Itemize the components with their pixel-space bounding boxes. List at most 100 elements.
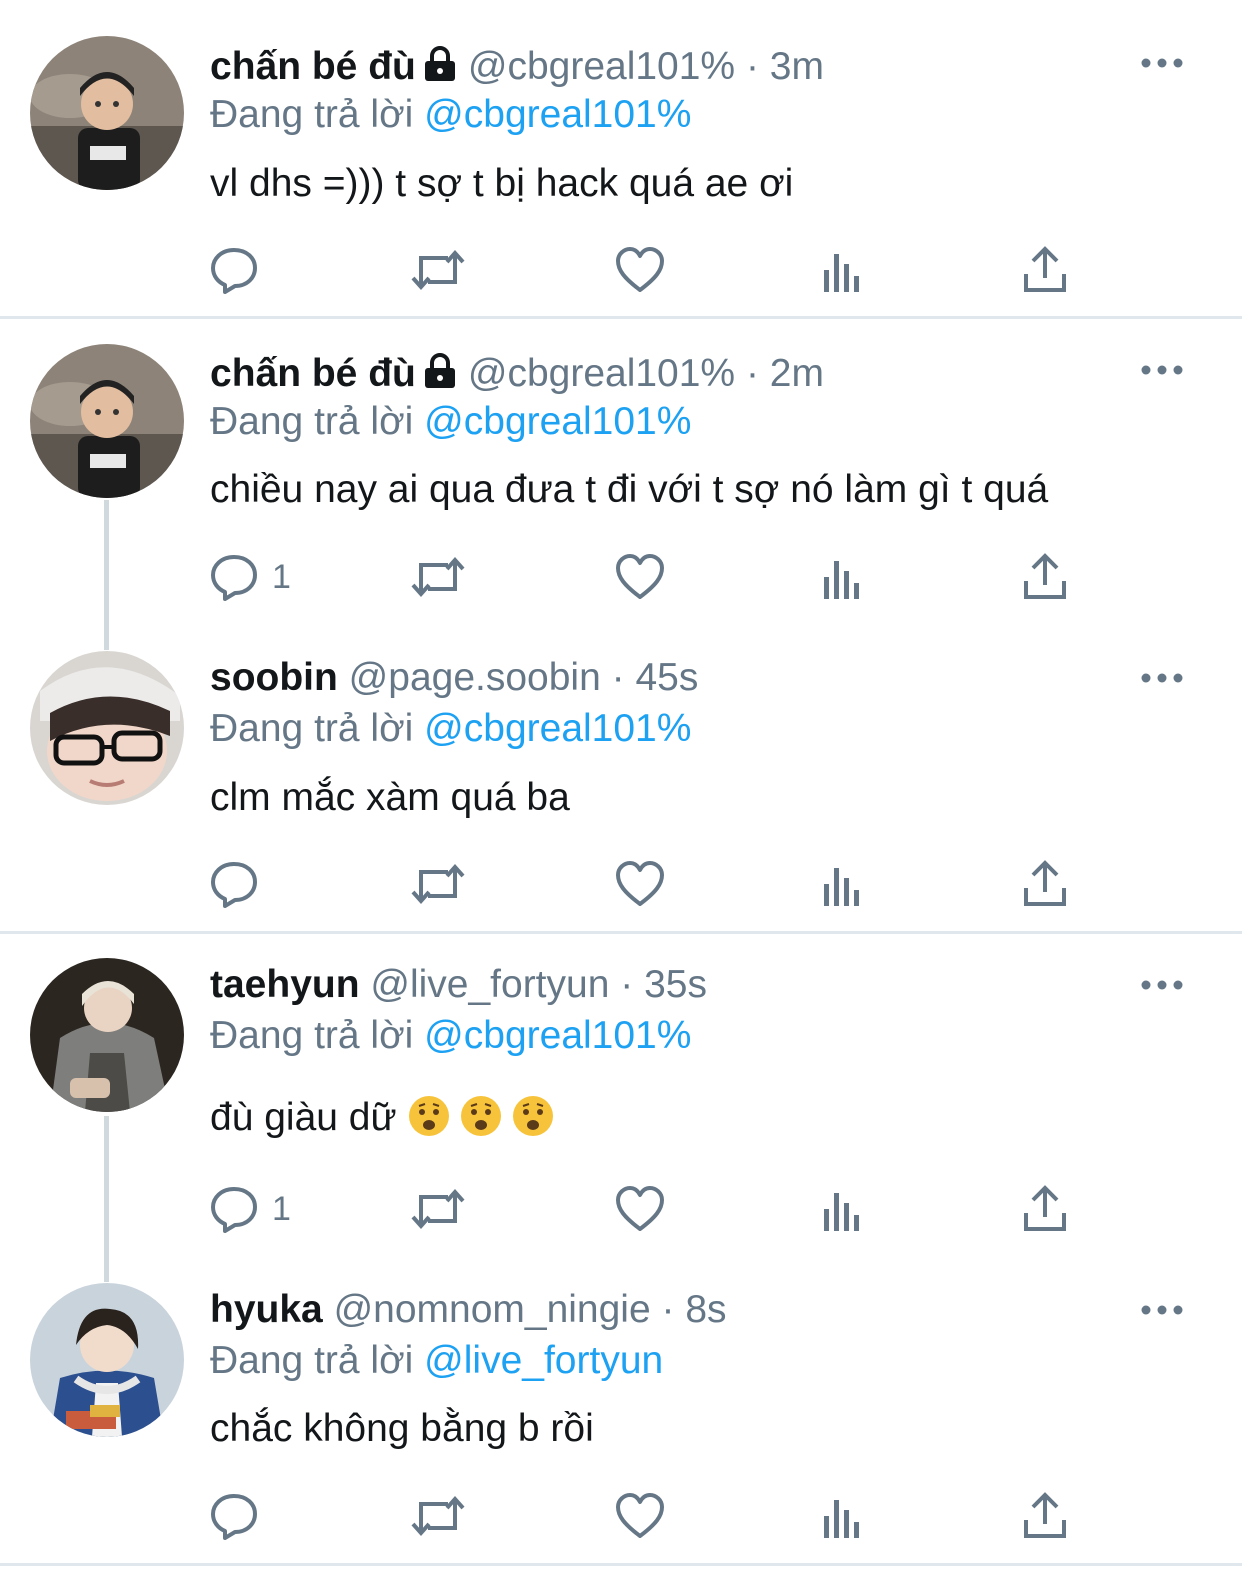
- like-button[interactable]: [614, 240, 666, 300]
- replying-to: Đang trả lời @cbgreal101%: [210, 90, 691, 140]
- retweet-button[interactable]: [408, 854, 468, 914]
- share-button[interactable]: [1020, 547, 1070, 607]
- share-button[interactable]: [1020, 1486, 1070, 1546]
- replying-to-handle[interactable]: @live_fortyun: [424, 1339, 663, 1382]
- display-name[interactable]: taehyun: [210, 963, 360, 1006]
- replying-to-handle[interactable]: @cbgreal101%: [424, 400, 691, 443]
- avatar[interactable]: [30, 958, 184, 1112]
- views-button[interactable]: [820, 1179, 866, 1239]
- reply-button[interactable]: 1: [208, 547, 291, 607]
- timestamp[interactable]: 35s: [644, 963, 707, 1006]
- tweet-header: taehyun @live_fortyun · 35s: [210, 960, 707, 1010]
- separator: ·: [611, 656, 625, 699]
- share-icon: [1020, 551, 1070, 603]
- more-icon[interactable]: [1140, 53, 1184, 73]
- like-button[interactable]: [614, 854, 666, 914]
- separator: ·: [620, 963, 634, 1006]
- anguished-face-emoji: [407, 1094, 451, 1154]
- avatar[interactable]: [30, 651, 184, 805]
- display-name[interactable]: hyuka: [210, 1288, 323, 1331]
- replying-to-handle[interactable]: @cbgreal101%: [424, 707, 691, 750]
- tweet-actions: 1: [0, 1179, 1242, 1239]
- views-button[interactable]: [820, 547, 866, 607]
- like-button[interactable]: [614, 1179, 666, 1239]
- retweet-button[interactable]: [408, 547, 468, 607]
- views-icon: [820, 1183, 866, 1235]
- reply-button[interactable]: [208, 240, 272, 300]
- more-icon[interactable]: [1140, 975, 1184, 995]
- display-name[interactable]: soobin: [210, 656, 338, 699]
- retweet-button[interactable]: [408, 1179, 468, 1239]
- retweet-icon: [408, 244, 468, 296]
- views-button[interactable]: [820, 1486, 866, 1546]
- like-button[interactable]: [614, 547, 666, 607]
- separator: ·: [745, 45, 759, 88]
- handle[interactable]: @live_fortyun: [370, 963, 609, 1006]
- share-button[interactable]: [1020, 854, 1070, 914]
- reply-button[interactable]: [208, 854, 272, 914]
- timestamp[interactable]: 3m: [770, 45, 824, 88]
- tweet-divider: [0, 316, 1242, 319]
- like-button[interactable]: [614, 1486, 666, 1546]
- retweet-icon: [408, 858, 468, 910]
- tweet-text: clm mắc xàm quá ba: [210, 776, 570, 819]
- handle[interactable]: @cbgreal101%: [468, 45, 735, 88]
- tweet-header: chấn bé đù @cbgreal101% · 3m: [210, 42, 824, 92]
- share-icon: [1020, 244, 1070, 296]
- tweet-header: soobin @page.soobin · 45s: [210, 653, 698, 703]
- reply-count: 1: [272, 557, 291, 596]
- avatar[interactable]: [30, 344, 184, 498]
- retweet-icon: [408, 1183, 468, 1235]
- replying-to: Đang trả lời @cbgreal101%: [210, 704, 691, 754]
- tweet-text: chiều nay ai qua đưa t đi với t sợ nó là…: [210, 468, 1049, 511]
- replying-to: Đang trả lời @live_fortyun: [210, 1336, 663, 1386]
- tweet-text: đù giàu dữ: [210, 1090, 563, 1154]
- views-button[interactable]: [820, 854, 866, 914]
- timestamp[interactable]: 2m: [770, 352, 824, 395]
- replying-to-label: Đang trả lời: [210, 1014, 414, 1057]
- avatar[interactable]: [30, 1283, 184, 1437]
- reply-icon: [208, 1183, 260, 1235]
- views-icon: [820, 858, 866, 910]
- timestamp[interactable]: 45s: [635, 656, 698, 699]
- views-icon: [820, 551, 866, 603]
- timestamp[interactable]: 8s: [685, 1288, 726, 1331]
- share-button[interactable]: [1020, 1179, 1070, 1239]
- tweet-actions: [0, 240, 1242, 300]
- tweet-actions: 1: [0, 547, 1242, 607]
- views-icon: [820, 1490, 866, 1542]
- avatar[interactable]: [30, 36, 184, 190]
- tweet-text: vl dhs =))) t sợ t bị hack quá ae ơi: [210, 162, 794, 205]
- display-name[interactable]: chấn bé đù: [210, 45, 416, 88]
- like-icon: [614, 1183, 666, 1235]
- more-icon[interactable]: [1140, 1300, 1184, 1320]
- replying-to-handle[interactable]: @cbgreal101%: [424, 1014, 691, 1057]
- like-icon: [614, 244, 666, 296]
- reply-icon: [208, 858, 260, 910]
- replying-to-label: Đang trả lời: [210, 707, 414, 750]
- handle[interactable]: @cbgreal101%: [468, 352, 735, 395]
- reply-icon: [208, 1490, 260, 1542]
- more-icon[interactable]: [1140, 668, 1184, 688]
- handle[interactable]: @nomnom_ningie: [334, 1288, 651, 1331]
- separator: ·: [661, 1288, 675, 1331]
- retweet-icon: [408, 551, 468, 603]
- tweet-text: chắc không bằng b rồi: [210, 1407, 594, 1450]
- reply-count: 1: [272, 1189, 291, 1228]
- like-icon: [614, 858, 666, 910]
- more-icon[interactable]: [1140, 360, 1184, 380]
- replying-to-label: Đang trả lời: [210, 400, 414, 443]
- retweet-icon: [408, 1490, 468, 1542]
- reply-button[interactable]: 1: [208, 1179, 291, 1239]
- replying-to-handle[interactable]: @cbgreal101%: [424, 93, 691, 136]
- views-button[interactable]: [820, 240, 866, 300]
- retweet-button[interactable]: [408, 1486, 468, 1546]
- handle[interactable]: @page.soobin: [349, 656, 601, 699]
- reply-button[interactable]: [208, 1486, 272, 1546]
- retweet-button[interactable]: [408, 240, 468, 300]
- anguished-face-emoji: [459, 1094, 503, 1154]
- share-button[interactable]: [1020, 240, 1070, 300]
- tweet-text-content: đù giàu dữ: [210, 1096, 397, 1139]
- tweet[interactable]: chấn bé đù @cbgreal101% · 3m Đang trả lời…: [0, 0, 1242, 318]
- display-name[interactable]: chấn bé đù: [210, 352, 416, 395]
